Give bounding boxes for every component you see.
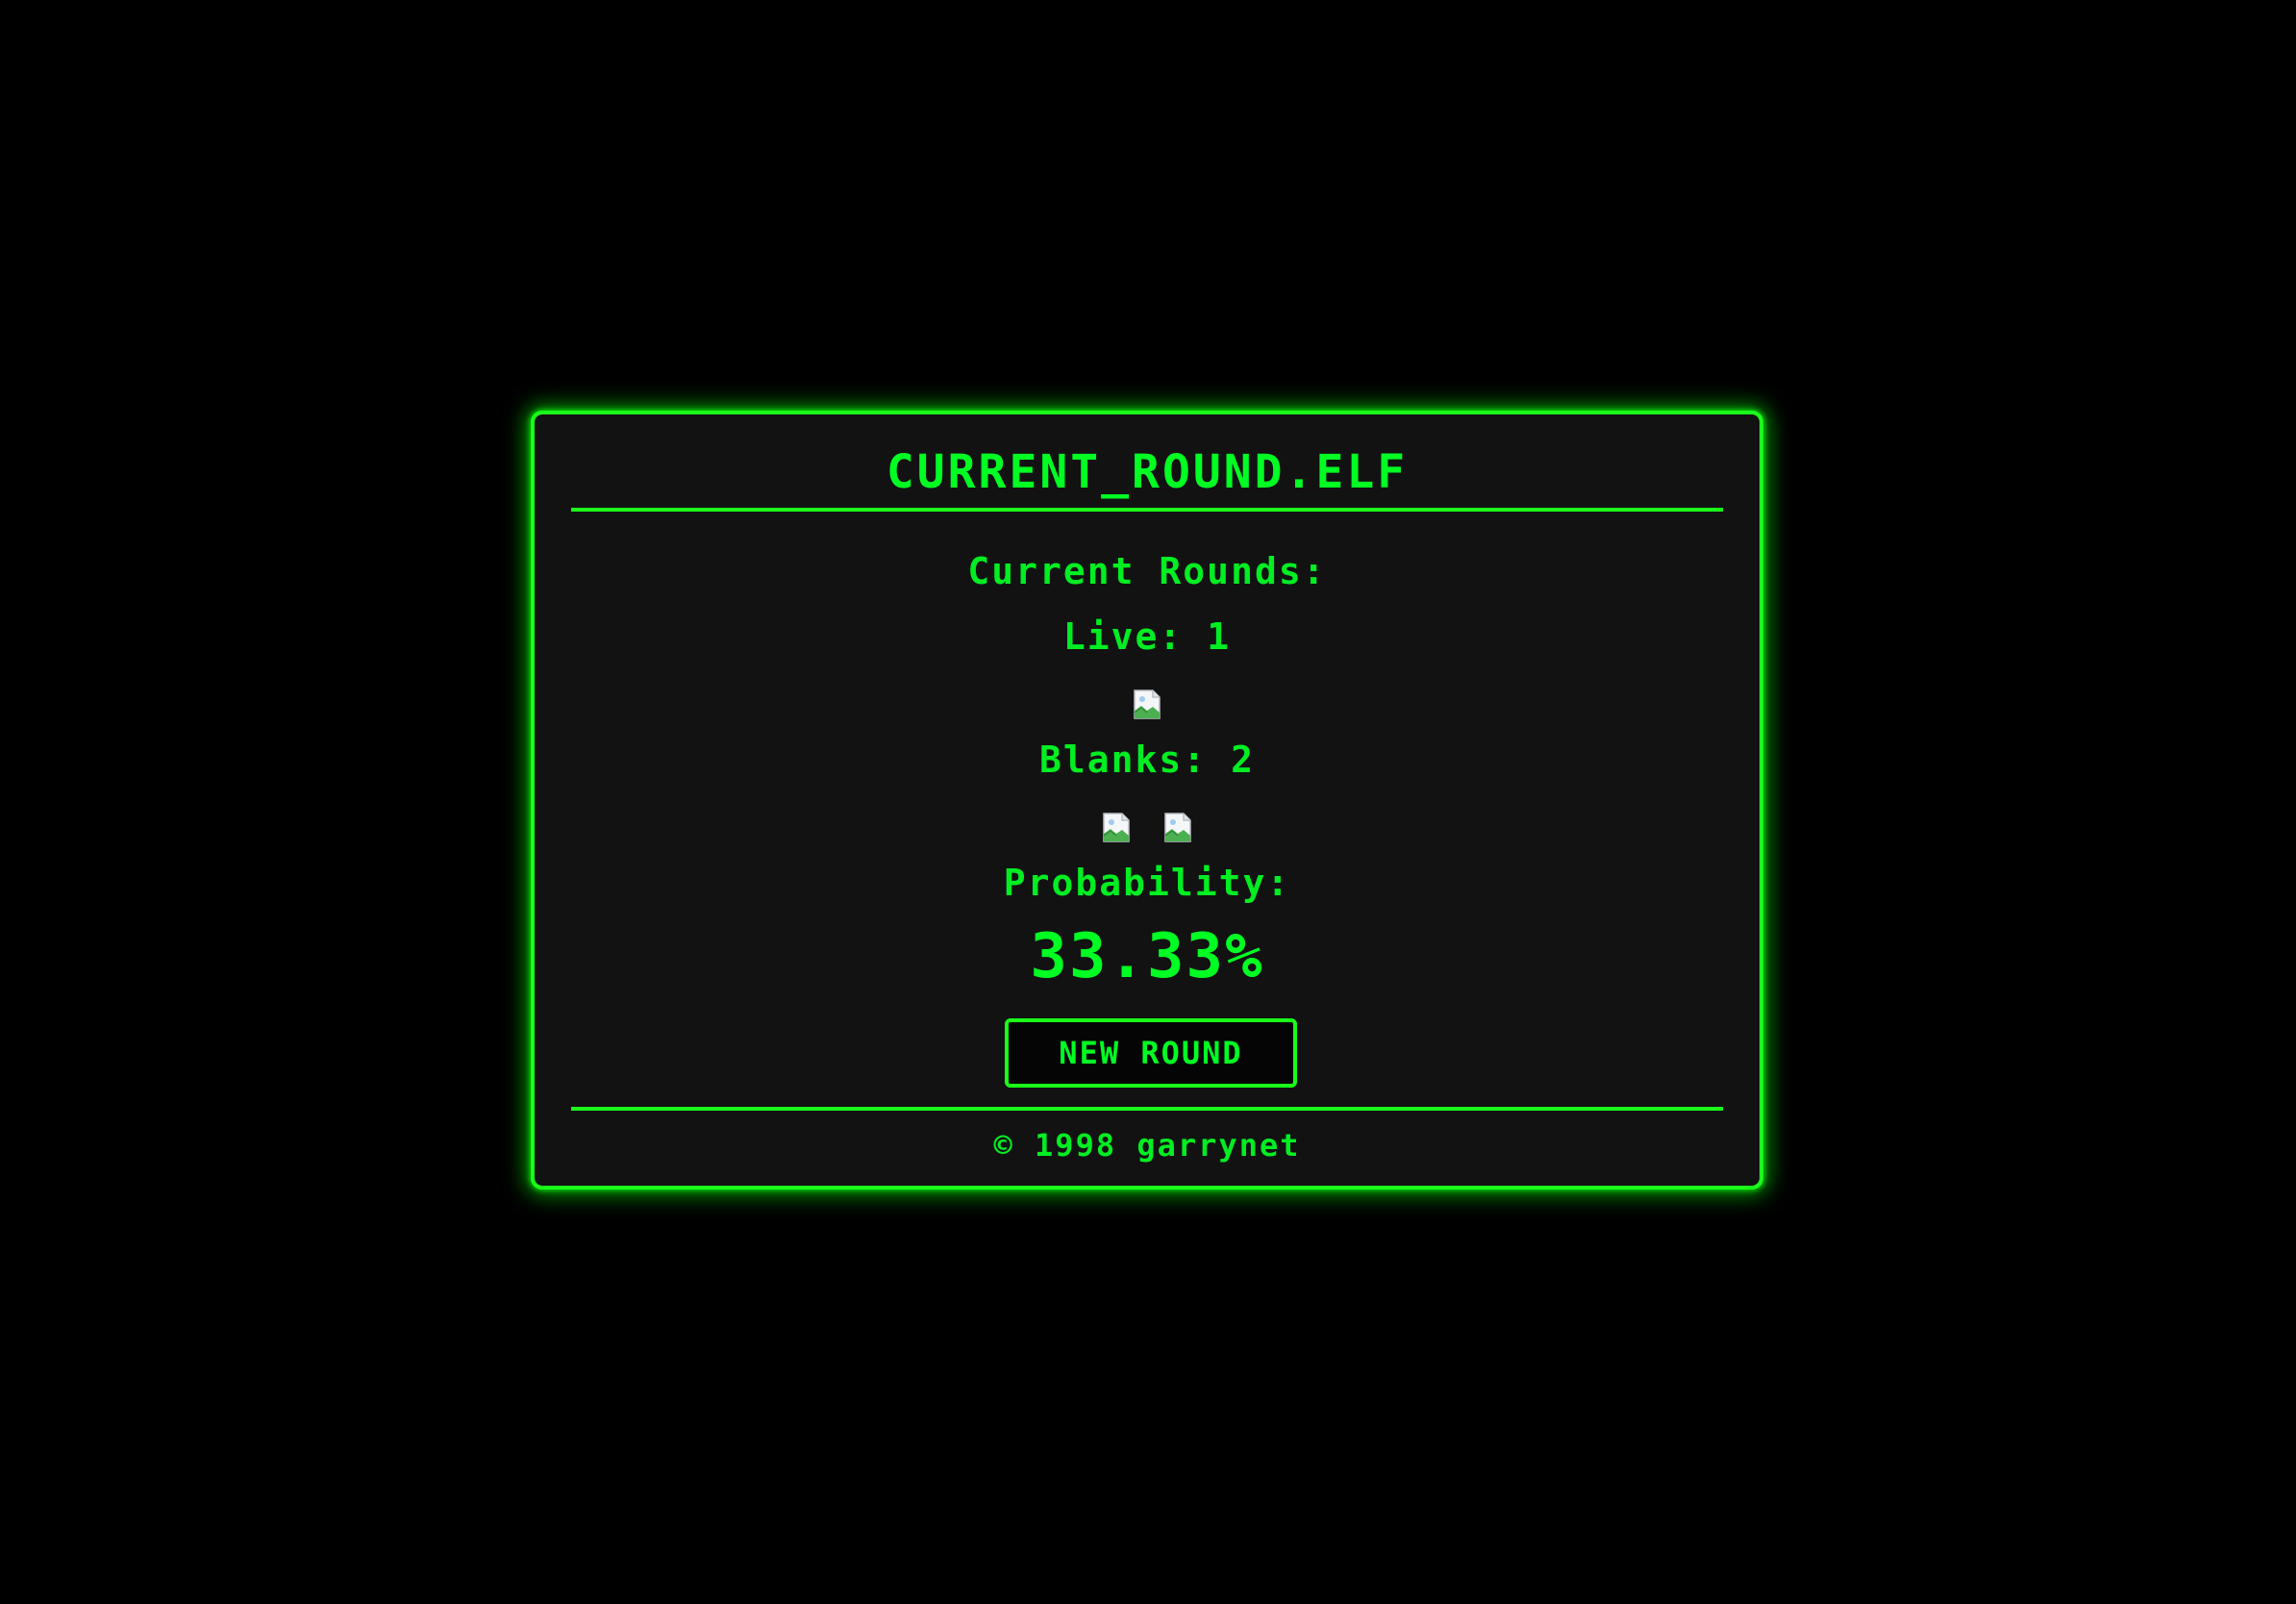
- broken-image-icon: [1132, 689, 1162, 720]
- blanks-count-label: Blanks: 2: [1039, 739, 1255, 781]
- current-round-window: CURRENT_ROUND.ELF Current Rounds: Live: …: [531, 411, 1763, 1190]
- copyright-footer: © 1998 garrynet: [993, 1127, 1301, 1164]
- footer-divider: [571, 1107, 1723, 1111]
- live-shells-row: [535, 689, 1759, 720]
- broken-image-icon: [1162, 813, 1193, 843]
- live-count-label: Live: 1: [1062, 615, 1232, 658]
- probability-label: Probability:: [1003, 862, 1291, 904]
- window-title: CURRENT_ROUND.ELF: [886, 445, 1409, 499]
- title-divider: [571, 508, 1723, 512]
- blank-shells-row: [535, 813, 1759, 843]
- probability-value: 33.33%: [1030, 921, 1264, 992]
- current-rounds-heading: Current Rounds:: [967, 550, 1327, 592]
- broken-image-icon: [1101, 813, 1132, 843]
- new-round-button[interactable]: NEW ROUND: [1005, 1018, 1297, 1088]
